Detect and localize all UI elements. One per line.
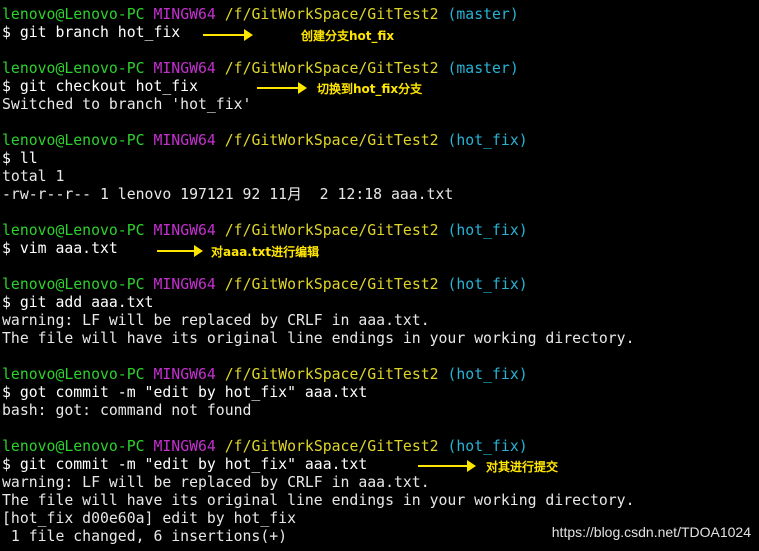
annotation-create-branch: 创建分支hot_fix — [203, 26, 394, 44]
output-line: [hot_fix d00e60a] edit by hot_fix — [2, 510, 296, 527]
output-line: warning: LF will be replaced by CRLF in … — [2, 474, 430, 491]
annotation-text: 创建分支hot_fix — [301, 28, 395, 43]
command-line: $ vim aaa.txt — [2, 240, 118, 257]
annotation-text: 对aaa.txt进行编辑 — [211, 244, 320, 259]
prompt-user: lenovo@Lenovo-PC — [2, 132, 145, 149]
prompt-path: /f/GitWorkSpace/GitTest2 — [224, 438, 439, 455]
prompt-system: MINGW64 — [153, 222, 216, 239]
prompt-branch: (master) — [447, 6, 519, 23]
output-line: -rw-r--r-- 1 lenovo 197121 92 11月 2 12:1… — [2, 186, 454, 203]
prompt-user: lenovo@Lenovo-PC — [2, 438, 145, 455]
arrow-icon — [157, 245, 203, 257]
prompt-line: lenovo@Lenovo-PC MINGW64 /f/GitWorkSpace… — [2, 366, 528, 384]
output-line: 1 file changed, 6 insertions(+) — [2, 528, 288, 545]
prompt-user: lenovo@Lenovo-PC — [2, 60, 145, 77]
output-line: total 1 — [2, 168, 65, 185]
command-line: $ got commit -m "edit by hot_fix" aaa.tx… — [2, 384, 368, 401]
prompt-branch: (hot_fix) — [447, 222, 528, 239]
prompt-user: lenovo@Lenovo-PC — [2, 276, 145, 293]
command-line: $ git branch hot_fix — [2, 24, 181, 41]
prompt-line: lenovo@Lenovo-PC MINGW64 /f/GitWorkSpace… — [2, 6, 519, 24]
prompt-branch: (hot_fix) — [447, 438, 528, 455]
prompt-system: MINGW64 — [153, 438, 216, 455]
prompt-line: lenovo@Lenovo-PC MINGW64 /f/GitWorkSpace… — [2, 438, 528, 456]
command-line: $ git commit -m "edit by hot_fix" aaa.tx… — [2, 456, 368, 473]
prompt-line: lenovo@Lenovo-PC MINGW64 /f/GitWorkSpace… — [2, 132, 528, 150]
output-line: warning: LF will be replaced by CRLF in … — [2, 312, 430, 329]
prompt-line: lenovo@Lenovo-PC MINGW64 /f/GitWorkSpace… — [2, 276, 528, 294]
command-line: $ ll — [2, 150, 38, 167]
annotation-text: 切换到hot_fix分支 — [317, 81, 423, 96]
prompt-path: /f/GitWorkSpace/GitTest2 — [224, 222, 439, 239]
prompt-branch: (hot_fix) — [447, 366, 528, 383]
prompt-line: lenovo@Lenovo-PC MINGW64 /f/GitWorkSpace… — [2, 60, 519, 78]
prompt-path: /f/GitWorkSpace/GitTest2 — [224, 132, 439, 149]
prompt-branch: (hot_fix) — [447, 276, 528, 293]
prompt-user: lenovo@Lenovo-PC — [2, 6, 145, 23]
output-line: Switched to branch 'hot_fix' — [2, 96, 252, 113]
prompt-user: lenovo@Lenovo-PC — [2, 222, 145, 239]
prompt-system: MINGW64 — [153, 276, 216, 293]
annotation-switch-branch: 切换到hot_fix分支 — [257, 79, 422, 97]
prompt-branch: (hot_fix) — [447, 132, 528, 149]
arrow-icon — [257, 82, 307, 94]
command-line: $ git checkout hot_fix — [2, 78, 198, 95]
prompt-user: lenovo@Lenovo-PC — [2, 366, 145, 383]
arrow-icon — [418, 460, 476, 472]
prompt-system: MINGW64 — [153, 132, 216, 149]
command-line: $ git add aaa.txt — [2, 294, 154, 311]
output-line: The file will have its original line end… — [2, 492, 635, 509]
prompt-system: MINGW64 — [153, 6, 216, 23]
prompt-line: lenovo@Lenovo-PC MINGW64 /f/GitWorkSpace… — [2, 222, 528, 240]
output-line: bash: got: command not found — [2, 402, 252, 419]
annotation-edit-file: 对aaa.txt进行编辑 — [157, 242, 319, 260]
annotation-commit: 对其进行提交 — [418, 457, 558, 475]
prompt-system: MINGW64 — [153, 60, 216, 77]
annotation-text: 对其进行提交 — [486, 459, 559, 474]
prompt-path: /f/GitWorkSpace/GitTest2 — [224, 60, 439, 77]
prompt-path: /f/GitWorkSpace/GitTest2 — [224, 366, 439, 383]
prompt-branch: (master) — [447, 60, 519, 77]
arrow-icon — [203, 29, 253, 41]
prompt-system: MINGW64 — [153, 366, 216, 383]
output-line: The file will have its original line end… — [2, 330, 635, 347]
prompt-path: /f/GitWorkSpace/GitTest2 — [224, 6, 439, 23]
terminal-window[interactable]: lenovo@Lenovo-PC MINGW64 /f/GitWorkSpace… — [0, 0, 759, 551]
watermark: https://blog.csdn.net/TDOA1024 — [551, 524, 751, 540]
prompt-path: /f/GitWorkSpace/GitTest2 — [224, 276, 439, 293]
